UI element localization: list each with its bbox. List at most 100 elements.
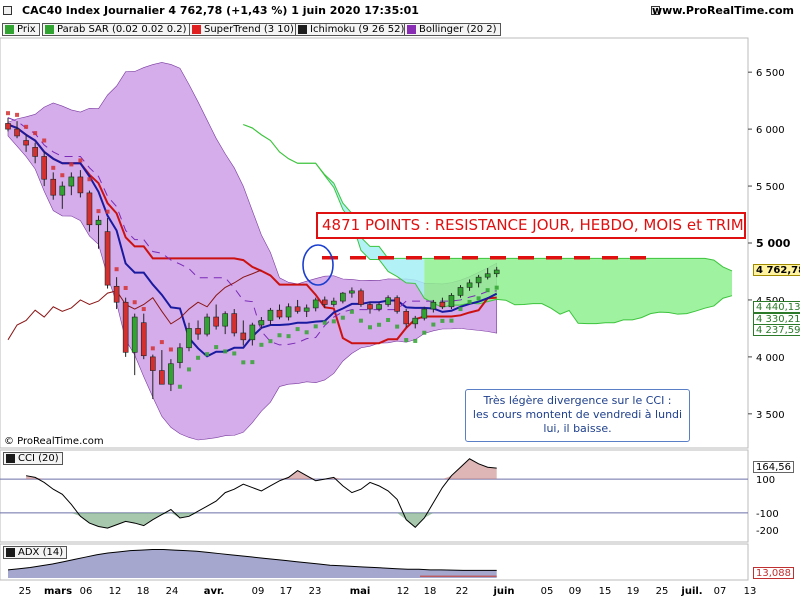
sar-dot	[241, 360, 246, 365]
note-line-3: lui, il baisse.	[543, 422, 612, 435]
xtick-label: 18	[137, 586, 150, 597]
xtick-label: 17	[280, 586, 293, 597]
sar-dot	[250, 360, 255, 365]
sar-dot	[368, 325, 372, 330]
sar-dot	[377, 322, 382, 327]
price-swatch	[5, 25, 14, 34]
candle-body	[376, 304, 382, 310]
candle-body	[131, 316, 138, 353]
legend-item-bollinger[interactable]: Bollinger (20 2)	[404, 23, 501, 36]
candle-body	[439, 301, 446, 308]
candle-body	[321, 299, 328, 305]
sar-dot	[340, 315, 345, 320]
candle-body	[177, 347, 183, 363]
sar-dot	[232, 351, 237, 356]
candle-body	[403, 311, 410, 325]
candle-body	[358, 290, 364, 305]
candle-body	[240, 332, 247, 341]
legend-item-ichimoku[interactable]: Ichimoku (9 26 52)	[295, 23, 409, 36]
chart-title: CAC40 Index Journalier 4 762,78 (+1,43 %…	[22, 4, 419, 17]
sar-dot	[24, 124, 29, 129]
sar-dot	[78, 158, 83, 163]
sar-dot	[60, 173, 65, 178]
candle-body	[448, 295, 455, 308]
window-menu-icon[interactable]	[3, 6, 12, 15]
candle-body	[32, 147, 38, 157]
price-chart[interactable]: 3 5004 0004 5005 0005 5006 0006 500100-1…	[0, 0, 800, 600]
ytick-label: 3 500	[756, 410, 785, 421]
candle-body	[113, 285, 120, 303]
adx-panel-label[interactable]: ADX (14)	[3, 546, 68, 559]
candle-body	[23, 140, 29, 146]
candle-body	[195, 328, 201, 335]
sar-dot	[449, 318, 454, 323]
xtick-label: 05	[541, 586, 554, 597]
candle-body	[475, 276, 482, 284]
candle-body	[367, 304, 373, 310]
candle-body	[222, 313, 228, 327]
sar-dot	[386, 317, 391, 322]
sar-dot	[132, 300, 137, 305]
ichimoku-swatch	[298, 25, 307, 34]
sar-dot	[196, 355, 201, 360]
sar-dot	[485, 288, 490, 293]
legend-item-sar[interactable]: Parab SAR (0.02 0.02 0.2)	[42, 23, 191, 36]
price-label: 4 440,13	[753, 300, 800, 313]
candle-body	[430, 301, 437, 310]
candle-body	[231, 313, 238, 334]
bollinger-swatch	[407, 25, 416, 34]
xtick-label: 25	[656, 586, 669, 597]
xtick-label: 24	[166, 586, 179, 597]
candle-body	[340, 292, 346, 302]
cci-tick-label: -200	[756, 526, 779, 537]
sar-dot	[268, 339, 273, 344]
candle-body	[159, 370, 165, 385]
note-line-1: Très légère divergence sur le CCI :	[483, 394, 672, 407]
sar-dot	[159, 340, 164, 345]
xtick-label: 06	[80, 586, 93, 597]
legend-item-supertrend[interactable]: SuperTrend (3 10)	[189, 23, 298, 36]
cci-panel-label[interactable]: CCI (20)	[3, 452, 63, 465]
sar-dot	[187, 367, 191, 372]
price-label: 4 237,59	[753, 323, 800, 336]
sar-dot	[259, 342, 264, 347]
sar-dot	[349, 309, 354, 314]
xtick-label: 09	[569, 586, 582, 597]
title-bar: CAC40 Index Journalier 4 762,78 (+1,43 %…	[0, 0, 800, 22]
xtick-label: 07	[714, 586, 727, 597]
candle-body	[5, 123, 11, 130]
legend-label: Parab SAR (0.02 0.02 0.2)	[57, 24, 187, 35]
sar-dot	[304, 330, 309, 335]
sar-dot	[205, 352, 210, 357]
xtick-label: juil.	[680, 586, 702, 597]
sar-dot	[295, 327, 300, 332]
candle-body	[104, 231, 111, 286]
cci-swatch	[6, 454, 15, 463]
candle-body	[50, 178, 57, 196]
sar-dot	[476, 296, 481, 301]
xtick-label: 18	[424, 586, 437, 597]
resistance-annotation: 4871 POINTS : RESISTANCE JOUR, HEBDO, MO…	[316, 212, 746, 239]
sar-dot	[168, 347, 173, 352]
sar-dot	[358, 318, 363, 323]
candle-body	[412, 317, 419, 325]
sar-dot	[177, 384, 182, 389]
xtick-label: 09	[252, 586, 265, 597]
copyright: © ProRealTime.com	[4, 436, 104, 447]
xtick-label: 12	[397, 586, 410, 597]
ytick-label: 6 000	[756, 125, 785, 136]
candle-body	[150, 356, 156, 371]
candle-body	[95, 219, 102, 226]
candle-body	[14, 128, 20, 137]
candle-body	[68, 176, 75, 187]
sar-dot	[15, 112, 20, 117]
candle-body	[86, 192, 93, 226]
sar-dot	[467, 299, 472, 304]
sar-dot	[286, 334, 291, 339]
site-url[interactable]: www.ProRealTime.com	[652, 4, 794, 17]
adx-value-label: 13,088	[753, 567, 794, 579]
candle-body	[276, 309, 283, 318]
sar-dot	[331, 319, 336, 324]
sar-dot	[223, 349, 228, 354]
legend-item-price[interactable]: Prix	[2, 23, 40, 36]
